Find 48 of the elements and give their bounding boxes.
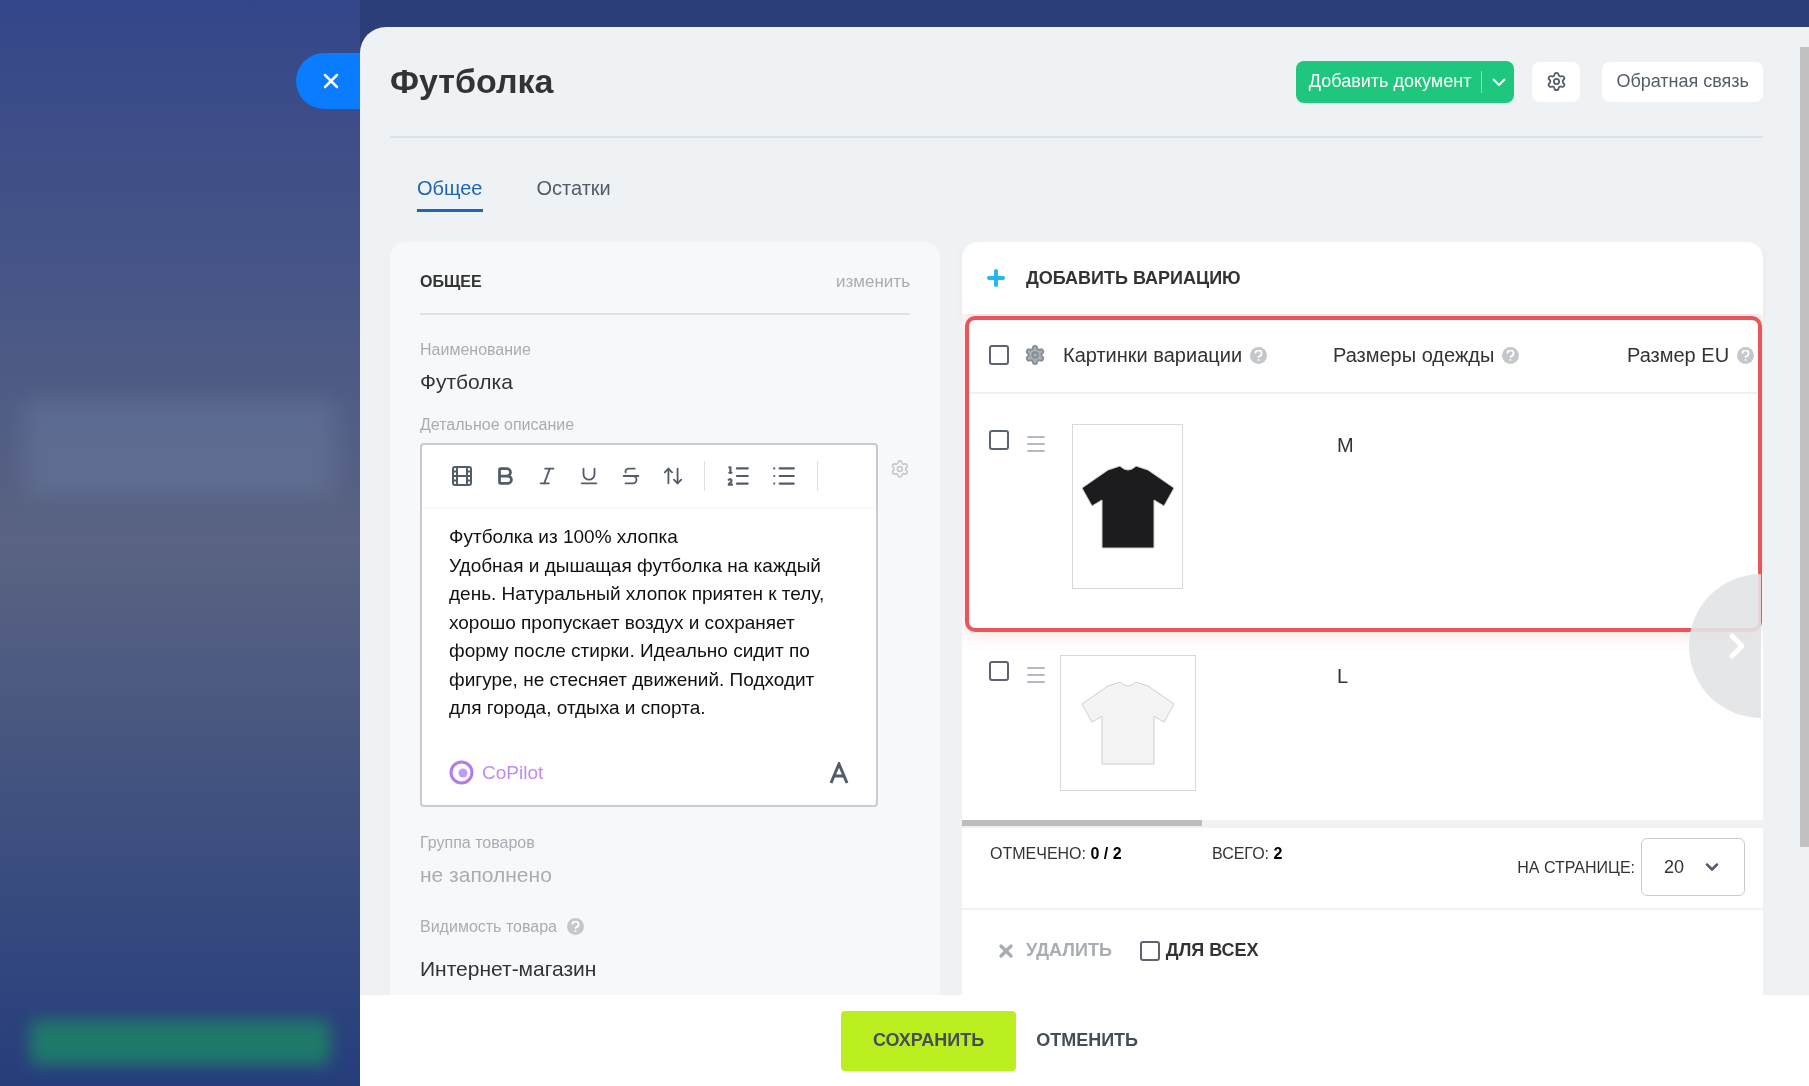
column-header: Размеры одежды (1333, 343, 1495, 368)
for-all-checkbox[interactable]: ДЛЯ ВСЕХ (1139, 937, 1259, 964)
marked-count: ОТМЕЧЕНО: 0 / 2 (990, 844, 1123, 864)
font-size-icon[interactable] (662, 465, 684, 487)
checkbox[interactable] (988, 345, 1009, 365)
field-label: Группа товаров (420, 833, 536, 853)
settings-button[interactable] (1532, 61, 1581, 102)
total-count: ВСЕГО: 2 (1212, 844, 1284, 864)
field-value: Интернет-магазин (420, 955, 598, 982)
numbered-list-icon[interactable] (725, 463, 751, 489)
add-variation-button[interactable]: ДОБАВИТЬ ВАРИАЦИЮ (1026, 264, 1241, 292)
settings-icon (1545, 71, 1567, 92)
tab[interactable]: Общее (417, 173, 483, 212)
column-header: Размер EU (1627, 343, 1730, 368)
rich-text-editor[interactable] (420, 443, 879, 807)
feedback-button[interactable]: Обратная связь (1602, 61, 1763, 102)
table-cell-text: L (1337, 664, 1349, 689)
per-page-label: НА СТРАНИЦЕ: (1517, 858, 1635, 878)
per-page-select[interactable]: 20 (1641, 838, 1745, 896)
checkbox[interactable] (1139, 940, 1160, 961)
tab[interactable]: Остатки (536, 173, 611, 212)
column-header: Картинки вариации (1063, 343, 1243, 368)
field-label: Наименование (420, 339, 532, 360)
caret-icon (1492, 77, 1507, 86)
field-value: Футболка (420, 368, 514, 395)
image-thumbnail[interactable] (1060, 655, 1196, 791)
description-text: Футболка из 100% хлопка Удобная и дышащая футболка на каждый день. Натуральный хлопок приятен к телу, хорошо пропускает воздух и сохраняет форму после стирки. Идеально сидит по фигуре, не стесняет движений. Подходит для города, отдыха и спорта. (448, 525, 826, 720)
checkbox[interactable] (988, 661, 1009, 681)
underline-icon[interactable] (578, 465, 600, 487)
field-value: не заполнено (420, 862, 553, 888)
window-title: Футболка (390, 61, 555, 102)
field-label: Детальное описание (420, 415, 576, 435)
table-cell-text: M (1337, 433, 1354, 458)
close-button[interactable] (296, 53, 360, 109)
cancel-button[interactable]: ОТМЕНИТЬ (1036, 1010, 1138, 1071)
copilot-icon (449, 760, 474, 786)
settings-icon[interactable] (1024, 344, 1046, 366)
video-icon[interactable] (450, 464, 474, 488)
plus-icon (984, 266, 1008, 290)
scrollbar-thumb[interactable] (962, 820, 1203, 826)
save-button[interactable]: СОХРАНИТЬ (840, 1010, 1017, 1071)
checkbox[interactable] (988, 430, 1009, 450)
image-thumbnail[interactable] (1072, 424, 1183, 589)
text-style-icon[interactable] (829, 761, 850, 784)
strikethrough-icon[interactable] (620, 465, 642, 487)
field-label: Видимость товара (420, 916, 557, 937)
horizontal-scrollbar[interactable] (962, 820, 1763, 826)
section-heading: ОБЩЕЕ (420, 271, 482, 292)
